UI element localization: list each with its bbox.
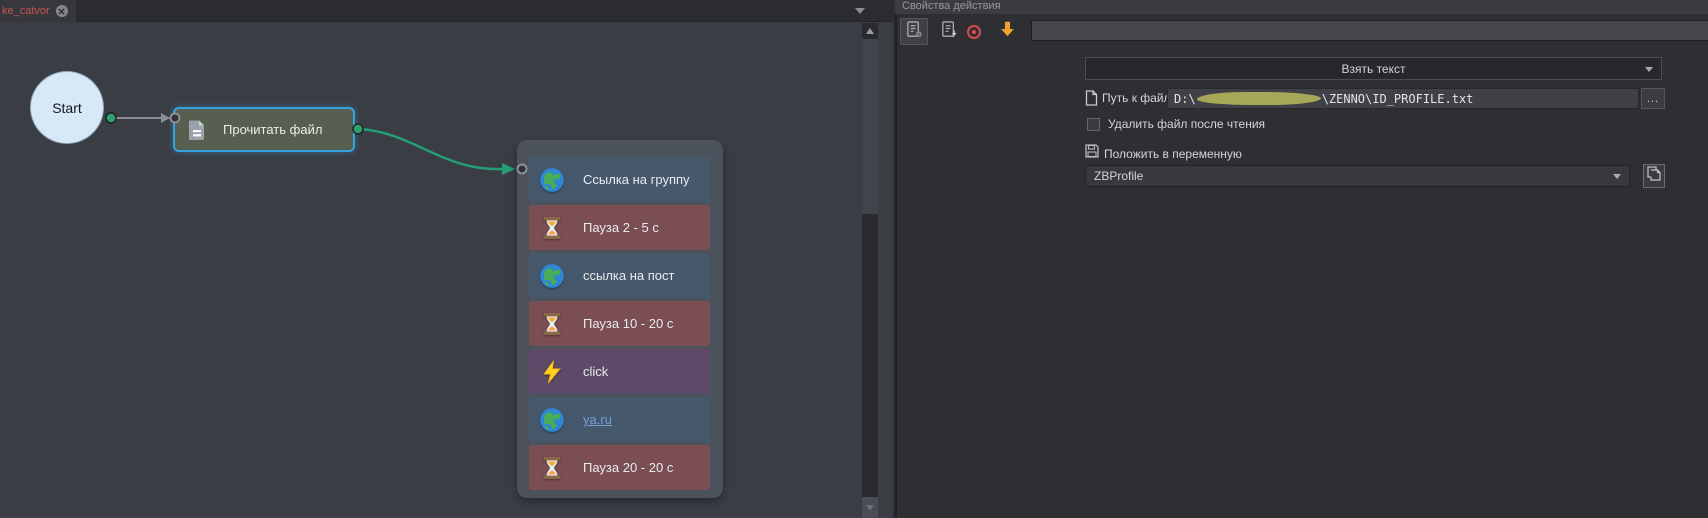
group-node[interactable]: Пауза 20 - 20 с — [529, 445, 710, 490]
action-group[interactable]: Ссылка на группу Пауза 2 - 5 с ссылка на… — [517, 140, 723, 498]
delete-after-read-row: Удалить файл после чтения — [1087, 117, 1265, 131]
globe-icon — [539, 407, 565, 433]
project-tab-label: ke_catvor — [2, 5, 50, 17]
canvas-vertical-scrollbar[interactable] — [862, 23, 878, 518]
tab-list-dropdown-icon[interactable] — [855, 8, 865, 14]
file-path-label: Путь к файлу — [1102, 91, 1177, 105]
action-comment-input[interactable] — [1031, 20, 1708, 41]
edge-readfile-to-group — [353, 124, 527, 175]
group-node[interactable]: click — [529, 349, 710, 394]
down-arrow-icon — [999, 20, 1016, 43]
properties-edit-button[interactable] — [935, 18, 963, 45]
edge-start-to-readfile — [106, 113, 180, 123]
tab-close-icon[interactable] — [56, 5, 68, 17]
group-node-label: Ссылка на группу — [583, 172, 690, 187]
delete-after-read-checkbox[interactable] — [1087, 118, 1100, 131]
group-node[interactable]: ссылка на пост — [529, 253, 710, 298]
copy-variable-button[interactable] — [1643, 164, 1665, 188]
put-to-variable-row: Положить в переменную — [1085, 144, 1242, 163]
start-node[interactable]: Start — [30, 71, 104, 144]
project-tab[interactable]: ke_catvor — [0, 0, 76, 22]
variable-select[interactable]: ZBProfile — [1085, 165, 1630, 187]
flowchart-canvas-area: ke_catvor Start Прочитать файл Ссылка на… — [0, 0, 893, 518]
redaction-blob — [1197, 92, 1321, 105]
group-node-label[interactable]: ya.ru — [583, 412, 612, 427]
file-path-input[interactable]: D:\ \ZENNO\ID_PROFILE.txt — [1167, 88, 1639, 109]
action-properties-panel: Свойства действия — [895, 0, 1708, 518]
file-path-value-start: D:\ — [1174, 92, 1196, 106]
panel-title: Свойства действия — [895, 0, 1708, 14]
group-node[interactable]: Пауза 2 - 5 с — [529, 205, 710, 250]
browse-button-label: ... — [1647, 93, 1659, 105]
file-document-icon — [185, 118, 209, 142]
group-node-label: Пауза 10 - 20 с — [583, 316, 673, 331]
action-type-select[interactable]: Взять текст — [1085, 57, 1662, 80]
delete-after-read-label: Удалить файл после чтения — [1108, 117, 1265, 131]
group-node[interactable]: Ссылка на группу — [529, 157, 710, 202]
properties-view-button[interactable] — [900, 18, 928, 45]
chevron-down-icon — [1645, 67, 1653, 72]
scroll-down-icon[interactable] — [862, 497, 878, 518]
record-action-button[interactable] — [960, 18, 988, 45]
group-node-label: Пауза 20 - 20 с — [583, 460, 673, 475]
document-lightning-icon — [940, 20, 959, 44]
group-node-label: ссылка на пост — [583, 268, 675, 283]
action-type-value: Взять текст — [1341, 62, 1405, 76]
hourglass-icon — [539, 455, 565, 481]
group-node-label: Пауза 2 - 5 с — [583, 220, 659, 235]
zennoposter-window: ke_catvor Start Прочитать файл Ссылка на… — [0, 0, 1708, 518]
hourglass-icon — [539, 311, 565, 337]
connector-layer — [0, 23, 893, 518]
document-gear-icon — [905, 20, 924, 44]
project-tab-bar: ke_catvor — [0, 0, 893, 22]
variable-value: ZBProfile — [1094, 169, 1143, 183]
lightning-icon — [539, 359, 565, 385]
save-floppy-icon[interactable] — [1085, 144, 1099, 163]
group-node[interactable]: ya.ru — [529, 397, 710, 442]
put-to-variable-label: Положить в переменную — [1104, 147, 1242, 161]
page-icon — [1085, 90, 1098, 111]
group-node[interactable]: Пауза 10 - 20 с — [529, 301, 710, 346]
scrollbar-thumb[interactable] — [862, 39, 878, 214]
read-file-node[interactable]: Прочитать файл — [173, 107, 355, 152]
browse-file-button[interactable]: ... — [1641, 88, 1665, 109]
action-group-nodes: Ссылка на группу Пауза 2 - 5 с ссылка на… — [529, 157, 710, 490]
read-file-node-label: Прочитать файл — [223, 122, 322, 137]
hourglass-icon — [539, 215, 565, 241]
flowchart-canvas[interactable]: Start Прочитать файл Ссылка на группу Па… — [0, 23, 893, 518]
file-path-value-end: \ZENNO\ID_PROFILE.txt — [1322, 92, 1474, 106]
run-to-here-button[interactable] — [993, 18, 1021, 45]
properties-toolbar — [897, 14, 1708, 47]
start-node-label: Start — [52, 100, 82, 116]
copy-icon — [1647, 166, 1661, 186]
globe-icon — [539, 263, 565, 289]
globe-icon — [539, 167, 565, 193]
chevron-down-icon — [1613, 174, 1621, 179]
scroll-up-icon[interactable] — [862, 23, 878, 39]
group-node-label: click — [583, 364, 608, 379]
record-icon — [967, 25, 981, 39]
